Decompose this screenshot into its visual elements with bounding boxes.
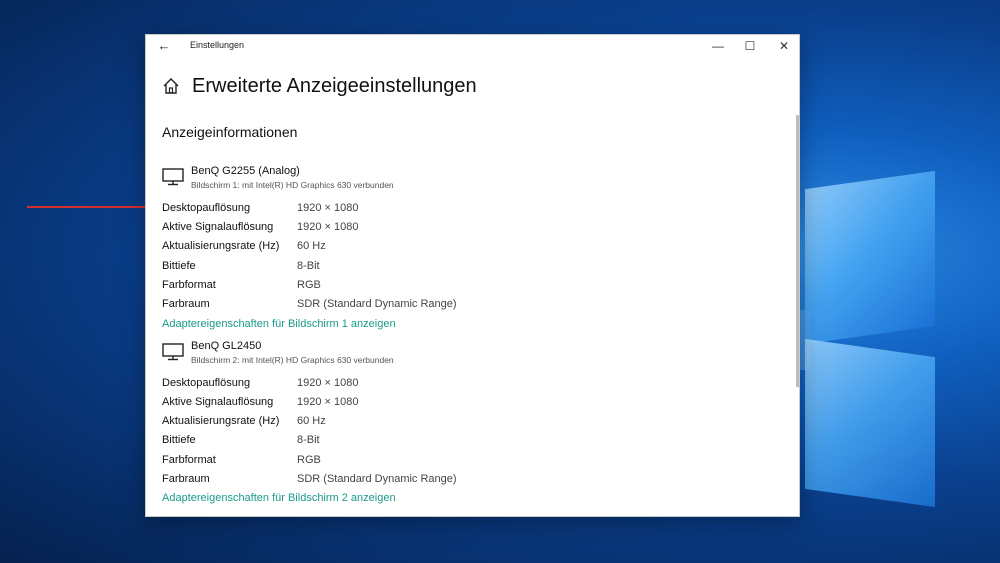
- monitor-icon: [162, 343, 184, 361]
- monitor-2-header: BenQ GL2450 Bildschirm 2: mit Intel(R) H…: [162, 340, 662, 370]
- row-key: Desktopauflösung: [162, 202, 251, 214]
- adapter-properties-link-2[interactable]: Adaptereigenschaften für Bildschirm 2 an…: [162, 492, 396, 504]
- row-value: 8-Bit: [297, 434, 320, 446]
- row-key: Bittiefe: [162, 260, 196, 272]
- title-bar: ← Einstellungen — ☐ ✕: [146, 35, 799, 57]
- minimize-icon[interactable]: —: [704, 37, 732, 55]
- row-color-format: Farbformat RGB: [162, 454, 642, 472]
- row-key: Bittiefe: [162, 434, 196, 446]
- monitor-1-header: BenQ G2255 (Analog) Bildschirm 1: mit In…: [162, 165, 662, 195]
- row-desktop-resolution: Desktopauflösung 1920 × 1080: [162, 202, 642, 220]
- row-value: 60 Hz: [297, 415, 326, 427]
- row-value: 8-Bit: [297, 260, 320, 272]
- monitor-name: BenQ GL2450: [191, 340, 262, 352]
- row-color-space: Farbraum SDR (Standard Dynamic Range): [162, 473, 642, 491]
- row-key: Aktive Signalauflösung: [162, 221, 274, 233]
- monitor-subtitle: Bildschirm 1: mit Intel(R) HD Graphics 6…: [191, 180, 394, 190]
- back-arrow-icon[interactable]: ←: [155, 37, 173, 55]
- vertical-scrollbar[interactable]: [796, 115, 799, 387]
- row-value: 1920 × 1080: [297, 396, 359, 408]
- row-key: Farbformat: [162, 454, 216, 466]
- row-key: Farbraum: [162, 473, 210, 485]
- maximize-icon[interactable]: ☐: [736, 37, 764, 55]
- row-value: RGB: [297, 279, 321, 291]
- row-value: 1920 × 1080: [297, 377, 359, 389]
- row-key: Aktive Signalauflösung: [162, 396, 274, 408]
- row-key: Aktualisierungsrate (Hz): [162, 415, 280, 427]
- monitor-subtitle: Bildschirm 2: mit Intel(R) HD Graphics 6…: [191, 355, 394, 365]
- row-key: Aktualisierungsrate (Hz): [162, 240, 280, 252]
- close-icon[interactable]: ✕: [770, 37, 798, 55]
- row-key: Farbformat: [162, 279, 216, 291]
- section-title: Anzeigeinformationen: [162, 124, 298, 140]
- row-active-signal-resolution: Aktive Signalauflösung 1920 × 1080: [162, 396, 642, 414]
- row-bit-depth: Bittiefe 8-Bit: [162, 434, 642, 452]
- adapter-properties-link-1[interactable]: Adaptereigenschaften für Bildschirm 1 an…: [162, 318, 396, 330]
- row-refresh-rate: Aktualisierungsrate (Hz) 60 Hz: [162, 415, 642, 433]
- row-bit-depth: Bittiefe 8-Bit: [162, 260, 642, 278]
- app-title: Einstellungen: [190, 40, 245, 50]
- logo-pane-bottom: [805, 338, 935, 508]
- row-value: 60 Hz: [297, 240, 326, 252]
- annotation-arrow-icon: [27, 201, 157, 213]
- row-value: RGB: [297, 454, 321, 466]
- monitor-icon: [162, 168, 184, 186]
- row-active-signal-resolution: Aktive Signalauflösung 1920 × 1080: [162, 221, 642, 239]
- home-icon[interactable]: [162, 77, 180, 95]
- page-title: Erweiterte Anzeigeeinstellungen: [192, 75, 477, 97]
- row-key: Farbraum: [162, 298, 210, 310]
- settings-window: ← Einstellungen — ☐ ✕ Erweiterte Anzeige…: [145, 34, 800, 517]
- row-desktop-resolution: Desktopauflösung 1920 × 1080: [162, 377, 642, 395]
- monitor-name: BenQ G2255 (Analog): [191, 165, 300, 177]
- row-value: 1920 × 1080: [297, 202, 359, 214]
- row-value: 1920 × 1080: [297, 221, 359, 233]
- row-color-space: Farbraum SDR (Standard Dynamic Range): [162, 298, 642, 316]
- row-value: SDR (Standard Dynamic Range): [297, 473, 457, 485]
- row-key: Desktopauflösung: [162, 377, 251, 389]
- row-refresh-rate: Aktualisierungsrate (Hz) 60 Hz: [162, 240, 642, 258]
- row-color-format: Farbformat RGB: [162, 279, 642, 297]
- logo-pane-top: [805, 170, 935, 345]
- row-value: SDR (Standard Dynamic Range): [297, 298, 457, 310]
